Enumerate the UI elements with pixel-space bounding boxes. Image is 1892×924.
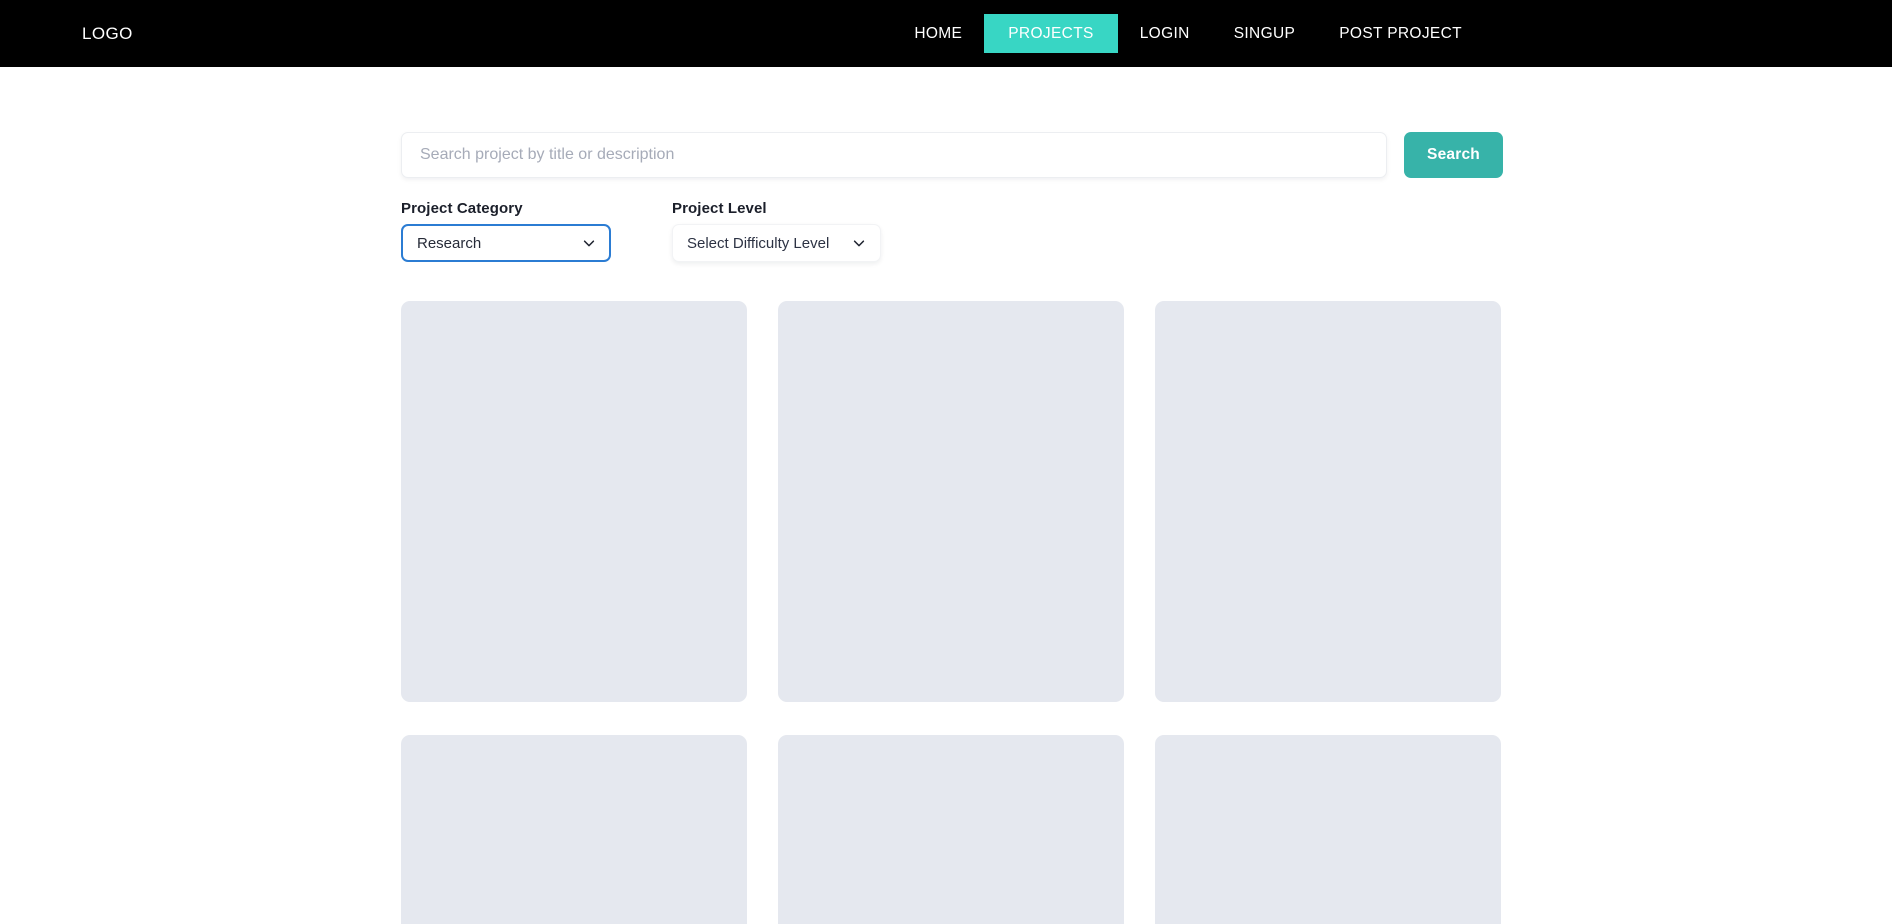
project-card-skeleton — [1155, 735, 1501, 924]
project-card-skeleton — [778, 735, 1124, 924]
site-header: LOGO HOME PROJECTS LOGIN SINGUP POST PRO… — [0, 0, 1892, 67]
nav-item-post-project[interactable]: POST PROJECT — [1317, 15, 1484, 52]
nav-list: HOME PROJECTS LOGIN SINGUP POST PROJECT — [892, 14, 1484, 53]
project-card-skeleton — [778, 301, 1124, 702]
project-level-select-wrap: Select Difficulty Level — [672, 224, 881, 262]
nav-item-home[interactable]: HOME — [892, 15, 984, 52]
main-navigation: HOME PROJECTS LOGIN SINGUP POST PROJECT — [892, 14, 1832, 53]
search-button[interactable]: Search — [1404, 132, 1503, 178]
content-container: Search Project Category Research — [401, 132, 1503, 924]
filter-project-category: Project Category Research — [401, 200, 611, 262]
project-level-select[interactable]: Select Difficulty Level — [672, 224, 881, 262]
search-row: Search — [401, 132, 1503, 178]
nav-item-singup[interactable]: SINGUP — [1212, 15, 1318, 52]
search-input[interactable] — [401, 132, 1387, 178]
project-card-skeleton — [401, 735, 747, 924]
project-card-skeleton — [401, 301, 747, 702]
filters-row: Project Category Research Project Level — [401, 200, 1503, 262]
project-category-label: Project Category — [401, 200, 523, 217]
project-category-select[interactable]: Research — [401, 224, 611, 262]
project-category-select-wrap: Research — [401, 224, 611, 262]
project-level-label: Project Level — [672, 200, 767, 217]
project-card-skeleton — [1155, 301, 1501, 702]
page-body: Search Project Category Research — [0, 67, 1892, 924]
nav-item-login[interactable]: LOGIN — [1118, 15, 1212, 52]
nav-item-projects[interactable]: PROJECTS — [984, 14, 1118, 53]
project-card-grid — [401, 301, 1503, 924]
filter-project-level: Project Level Select Difficulty Level — [672, 200, 881, 262]
brand-logo[interactable]: LOGO — [82, 24, 133, 44]
